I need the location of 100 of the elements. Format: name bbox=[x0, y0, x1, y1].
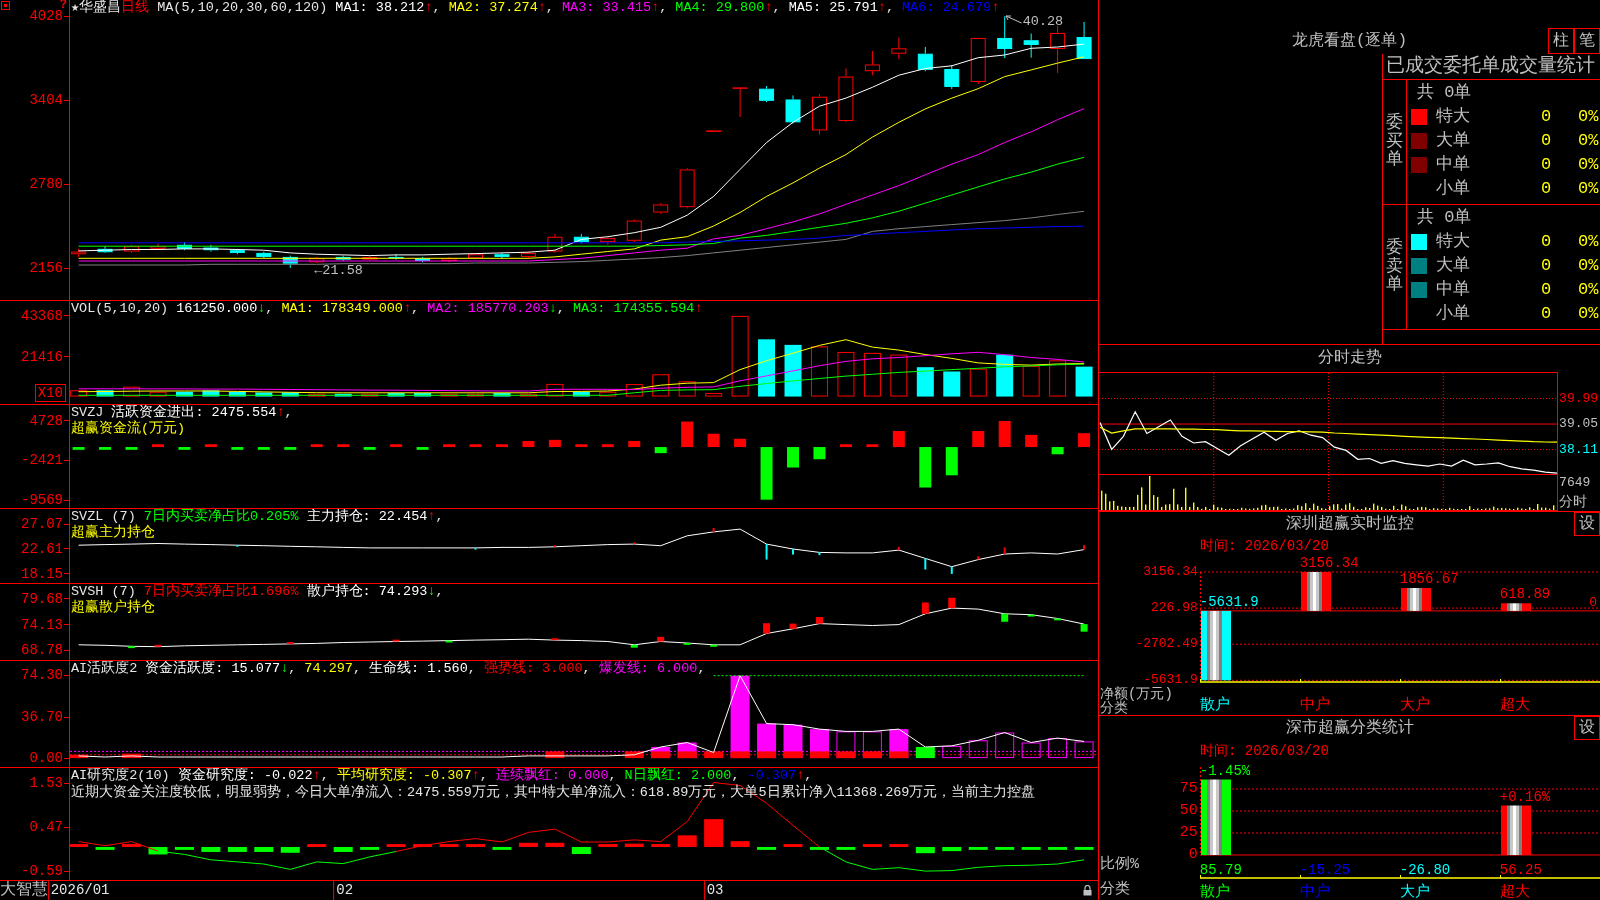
value-label: 85.79 bbox=[1199, 862, 1242, 878]
indicator-caption: 超赢主力持仓 bbox=[70, 525, 155, 540]
order-count: 0 bbox=[1540, 155, 1552, 175]
value-label: 56.25 bbox=[1499, 862, 1542, 878]
date-label: 2026/01 bbox=[49, 881, 110, 900]
axis-label: 36.70 bbox=[21, 710, 63, 725]
indicator-value: MA3: 174355.594↑ bbox=[572, 301, 703, 317]
category-label: 大户 bbox=[1399, 884, 1430, 900]
category-label: 中户 bbox=[1299, 697, 1330, 714]
axis-title: 分类 bbox=[1099, 880, 1130, 900]
order-share: 0% bbox=[1577, 280, 1599, 300]
order-size-label: 大单 bbox=[1435, 256, 1470, 276]
order-size-label: 特大 bbox=[1435, 232, 1470, 252]
order-share: 0% bbox=[1577, 304, 1599, 324]
timestamp: 时间: 2026/03/20 bbox=[1199, 537, 1329, 556]
low-price-label: ←21.58 bbox=[314, 262, 363, 279]
group-label: 委卖单 bbox=[1386, 238, 1403, 296]
value-label: 3156.34 bbox=[1299, 555, 1359, 571]
order-count: 0 bbox=[1540, 256, 1552, 276]
value-label: -5631.9 bbox=[1199, 593, 1259, 610]
order-share: 0% bbox=[1577, 155, 1599, 175]
value-label: -26.80 bbox=[1399, 862, 1451, 878]
scale-factor-label: X10 bbox=[34, 384, 66, 402]
order-size-label: 中单 bbox=[1435, 155, 1470, 175]
panel-title: 分时走势 bbox=[1317, 347, 1382, 369]
price-axis-label: 38.11 bbox=[1559, 442, 1599, 457]
timestamp: 时间: 2026/03/20 bbox=[1199, 742, 1329, 761]
axis-label: 0 bbox=[1188, 847, 1198, 863]
indicator-value: 主力持仓: 22.454↑, bbox=[306, 509, 444, 525]
indicator-value: N日飘红: 2.000, bbox=[624, 768, 740, 784]
category-label: 中户 bbox=[1299, 884, 1330, 900]
table-title: 已成交委托单成交量统计 bbox=[1383, 54, 1600, 80]
date-label: 03 bbox=[705, 881, 724, 900]
indicator-value: 生命线: 1.560, bbox=[369, 661, 476, 677]
axis-label: 3156.34 bbox=[1143, 565, 1198, 579]
category-label: 超大 bbox=[1499, 884, 1530, 900]
indicator-value: 连续飘红: 0.000, bbox=[495, 768, 617, 784]
price-axis-label: 39.99 bbox=[1559, 391, 1599, 406]
date-label: 02 bbox=[335, 881, 354, 900]
indicator-value: MA2: 37.274↑, bbox=[448, 0, 554, 16]
reference-label: 0 bbox=[1589, 595, 1597, 610]
indicator-formula: VOL(5,10,20) bbox=[71, 301, 169, 317]
axis-label: 3404 bbox=[29, 93, 63, 108]
panel-title: 深圳超赢实时监控 bbox=[1285, 514, 1414, 535]
indicator-value: MA1: 38.212↑, bbox=[335, 0, 441, 16]
axis-label: 226.98 bbox=[1151, 601, 1198, 616]
indicator-caption: 超赢资金流(万元) bbox=[70, 421, 186, 436]
order-count: 0 bbox=[1540, 232, 1552, 252]
indicator-value: -0.307↑, bbox=[747, 768, 813, 784]
indicator-value: 爆发线: 6.000, bbox=[598, 661, 706, 677]
indicator-formula: SVZL (7) bbox=[71, 509, 136, 524]
indicator-value: MA1: 178349.000↑, bbox=[281, 301, 420, 317]
axis-label: 27.07 bbox=[21, 517, 63, 532]
indicator-formula: AI活跃度2 bbox=[71, 661, 138, 677]
axis-title: 比例% bbox=[1099, 856, 1139, 874]
panel-title: 龙虎看盘(逐单) bbox=[1291, 32, 1408, 52]
order-count: 0 bbox=[1540, 131, 1552, 151]
indicator-caption: 超赢散户持仓 bbox=[70, 600, 155, 615]
value-label: 618.89 bbox=[1499, 586, 1551, 603]
order-share: 0% bbox=[1577, 256, 1599, 276]
price-axis-label: 39.05 bbox=[1559, 417, 1599, 432]
order-count: 0 bbox=[1540, 280, 1552, 300]
category-label: 散户 bbox=[1199, 697, 1230, 714]
change-label: -1.45% bbox=[1199, 762, 1251, 779]
order-size-label: 中单 bbox=[1435, 280, 1470, 300]
axis-label: -2421 bbox=[21, 453, 63, 468]
axis-label: 21416 bbox=[21, 349, 63, 364]
indicator-value: 强势线: 3.000, bbox=[483, 661, 591, 677]
value-label: -15.25 bbox=[1299, 862, 1351, 878]
order-total: 共 0单 bbox=[1416, 82, 1472, 104]
panel-title: 深市超赢分类统计 bbox=[1285, 717, 1414, 739]
axis-label: 2156 bbox=[29, 261, 63, 276]
indicator-value: MA3: 33.415↑, bbox=[561, 0, 668, 16]
axis-label: 22.61 bbox=[21, 542, 63, 556]
order-share: 0% bbox=[1577, 232, 1599, 252]
axis-label: 25 bbox=[1179, 825, 1198, 841]
indicator-formula: AI研究度2(10) bbox=[71, 768, 170, 784]
order-share: 0% bbox=[1577, 131, 1599, 151]
axis-label: 68.78 bbox=[21, 643, 63, 658]
axis-title: 分时 bbox=[1558, 494, 1588, 511]
stock-name: ★华盛昌 bbox=[71, 0, 122, 16]
indicator-value: 7日内买卖净占比1.696% bbox=[143, 584, 299, 600]
order-share: 0% bbox=[1577, 179, 1599, 199]
axis-label: -9569 bbox=[21, 493, 63, 508]
indicator-value: 资金研究度: -0.022↑, bbox=[177, 768, 329, 784]
axis-label: 0.47 bbox=[29, 820, 63, 835]
axis-label: -0.59 bbox=[21, 864, 63, 879]
indicator-formula: SVSH (7) bbox=[71, 584, 136, 599]
change-label: +0.16% bbox=[1499, 788, 1551, 805]
axis-label: -2702.49 bbox=[1135, 637, 1198, 652]
order-size-label: 小单 bbox=[1435, 179, 1470, 199]
indicator-value: 74.297, bbox=[304, 661, 362, 677]
axis-label: 1.53 bbox=[29, 776, 63, 791]
high-price-label: 40.28 bbox=[1022, 14, 1064, 31]
indicator-value: 161250.000↓, bbox=[176, 301, 274, 317]
axis-label: -5631.9 bbox=[1143, 673, 1198, 688]
axis-label: 43368 bbox=[21, 308, 63, 323]
category-label: 散户 bbox=[1199, 884, 1230, 900]
order-size-label: 小单 bbox=[1435, 304, 1470, 324]
volume-max-label: 7649 bbox=[1558, 475, 1591, 490]
